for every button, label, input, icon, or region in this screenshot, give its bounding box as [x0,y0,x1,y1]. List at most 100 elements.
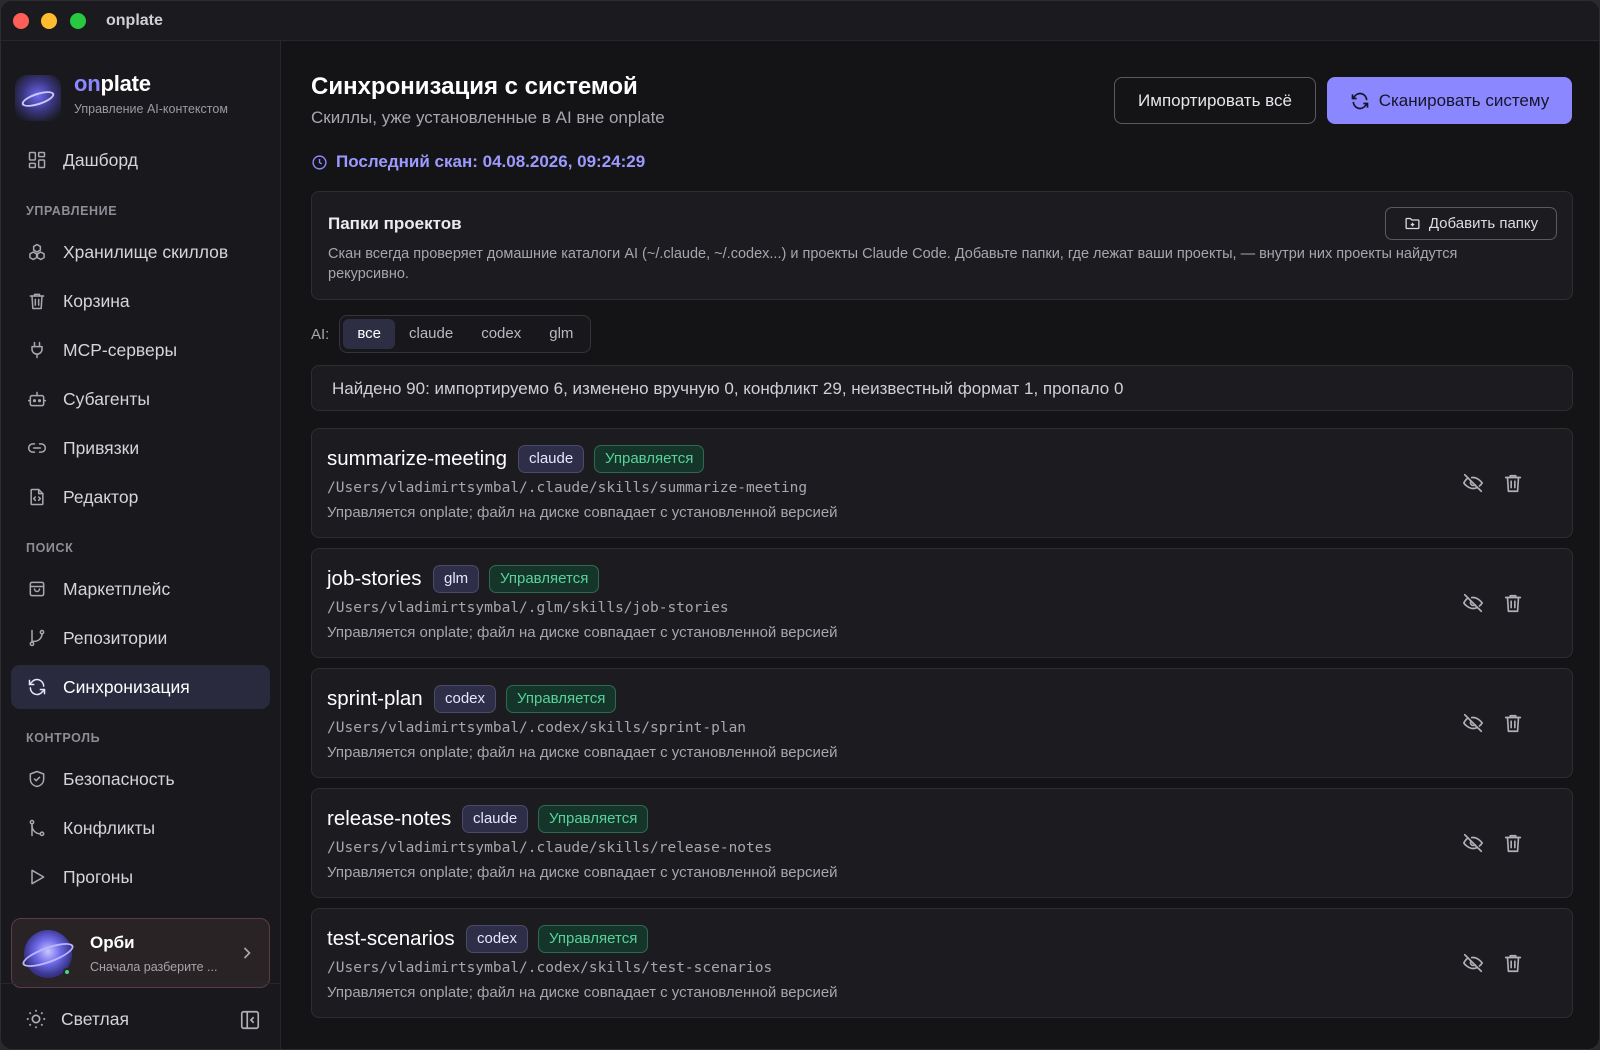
last-scan-info: Последний скан: 04.08.2026, 09:24:29 [311,152,645,172]
maximize-window-button[interactable] [70,13,86,29]
project-folders-title: Папки проектов [328,214,462,233]
sidebar-item-mcp[interactable]: MCP-серверы [11,328,270,372]
orbi-assistant-card[interactable]: Орби Сначала разберите ... [11,918,270,988]
filter-codex[interactable]: codex [467,319,535,349]
brand: onplate Управление AI-контекстом [15,69,265,125]
trash-icon [1502,594,1524,618]
trash-icon [1502,834,1524,858]
brand-subtitle: Управление AI-контекстом [74,102,228,116]
skill-path: /Users/vladimirtsymbal/.codex/skills/tes… [327,960,773,976]
theme-toggle[interactable]: Светлая [25,1008,129,1030]
add-folder-label: Добавить папку [1428,215,1539,232]
project-folders-panel: Папки проектов Добавить папку Скан всегд… [311,191,1573,300]
hide-skill-button[interactable] [1462,952,1486,976]
sidebar-item-repos[interactable]: Репозитории [11,616,270,660]
nav-section-search: ПОИСК [26,541,74,555]
theme-label: Светлая [61,1008,129,1029]
orbi-avatar [19,930,77,978]
sidebar-item-label: Репозитории [63,627,168,648]
sidebar-item-subagents[interactable]: Субагенты [11,377,270,421]
skill-path: /Users/vladimirtsymbal/.claude/skills/re… [327,840,773,856]
filter-all[interactable]: все [343,319,395,349]
sidebar-item-marketplace[interactable]: Маркетплейс [11,567,270,611]
delete-skill-button[interactable] [1502,592,1526,616]
hide-skill-button[interactable] [1462,592,1486,616]
skill-card[interactable]: test-scenarios codex Управляется/Users/vla… [311,908,1573,1018]
window-title: onplate [106,12,163,29]
scan-system-button[interactable]: Сканировать систему [1327,77,1572,124]
trash-icon [1502,474,1524,498]
hide-skill-button[interactable] [1462,832,1486,856]
eye-off-icon [1462,833,1484,858]
git-merge-icon [26,817,48,839]
filter-glm[interactable]: glm [535,319,587,349]
clock-icon [312,154,327,170]
refresh-icon [1351,92,1369,109]
nav-section-manage: УПРАВЛЕНИЕ [26,204,118,218]
sidebar-item-sync[interactable]: Синхронизация [11,665,270,709]
app-window: onplate onplate Управление AI-контекстом… [0,0,1600,1050]
skill-description: Управляется onplate; файл на диске совпа… [327,624,838,641]
filter-claude[interactable]: claude [395,319,467,349]
sidebar-item-editor[interactable]: Редактор [11,475,270,519]
nav-section-control: КОНТРОЛЬ [26,731,101,745]
skill-card[interactable]: release-notes claude Управляется/Users/vla… [311,788,1573,898]
brand-logo [15,75,61,121]
eye-off-icon [1462,953,1484,978]
sidebar-item-label: Редактор [63,486,139,507]
sidebar-item-runs[interactable]: Прогоны [11,855,270,899]
sidebar-item-conflicts[interactable]: Конфликты [11,806,270,850]
ai-badge: claude [518,445,585,473]
collapse-sidebar-button[interactable] [239,1009,261,1031]
delete-skill-button[interactable] [1502,832,1526,856]
add-folder-button[interactable]: Добавить папку [1385,207,1557,240]
skill-card[interactable]: job-stories glm Управляется/Users/vladimir… [311,548,1573,658]
close-window-button[interactable] [13,13,29,29]
skill-description: Управляется onplate; файл на диске совпа… [327,504,838,521]
sidebar-item-trash[interactable]: Корзина [11,279,270,323]
sun-icon [26,1009,46,1029]
last-scan-text: Последний скан: 04.08.2026, 09:24:29 [336,152,646,171]
eye-off-icon [1462,473,1484,498]
title-bar: onplate [1,1,1599,41]
page-subtitle: Скиллы, уже установленные в AI вне onpla… [311,108,665,127]
status-badge: Управляется [594,445,705,473]
skill-path: /Users/vladimirtsymbal/.glm/skills/job-s… [327,600,729,616]
refresh-icon [26,676,48,698]
sidebar-item-label: Конфликты [63,817,156,838]
brand-name: onplate [74,71,151,96]
eye-off-icon [1462,593,1484,618]
skill-name: release-notes [327,807,452,830]
bot-icon [26,388,48,410]
delete-skill-button[interactable] [1502,712,1526,736]
skill-description: Управляется onplate; файл на диске совпа… [327,864,838,881]
hide-skill-button[interactable] [1462,472,1486,496]
sidebar-item-label: Маркетплейс [63,578,171,599]
hide-skill-button[interactable] [1462,712,1486,736]
skill-name: sprint-plan [327,687,423,710]
sidebar-item-skills-store[interactable]: Хранилище скиллов [11,230,270,274]
delete-skill-button[interactable] [1502,952,1526,976]
skill-card[interactable]: sprint-plan codex Управляется/Users/vladim… [311,668,1573,778]
sidebar-item-security[interactable]: Безопасность [11,757,270,801]
link-icon [26,437,48,459]
status-badge: Управляется [538,805,649,833]
skill-card[interactable]: summarize-meeting claude Управляется/Users… [311,428,1573,538]
skill-description: Управляется onplate; файл на диске совпа… [327,984,838,1001]
skill-name: test-scenarios [327,927,455,950]
sidebar-item-label: Безопасность [63,768,175,789]
minimize-window-button[interactable] [41,13,57,29]
ai-badge: codex [466,925,529,953]
project-folders-description: Скан всегда проверяет домашние каталоги … [328,246,1458,282]
sidebar-item-label: Субагенты [63,388,150,409]
sidebar-item-bindings[interactable]: Привязки [11,426,270,470]
scan-system-label: Сканировать систему [1378,90,1550,110]
import-all-button[interactable]: Импортировать всё [1114,77,1316,124]
delete-skill-button[interactable] [1502,472,1526,496]
orbi-name: Орби [90,933,135,952]
skill-description: Управляется onplate; файл на диске совпа… [327,744,838,761]
status-badge: Управляется [538,925,649,953]
skill-path: /Users/vladimirtsymbal/.codex/skills/spr… [327,720,747,736]
sidebar-item-dashboard[interactable]: Дашборд [11,138,270,182]
cubes-icon [26,241,48,263]
